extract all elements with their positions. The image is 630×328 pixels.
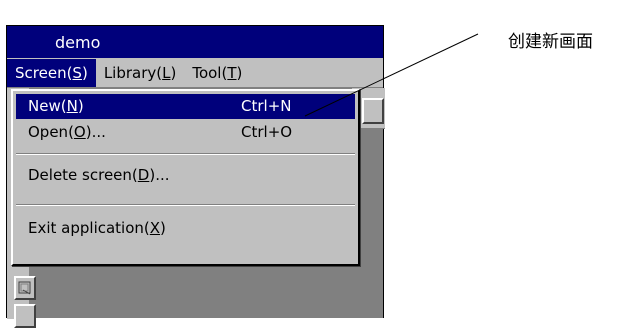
annotation-label: 创建新画面 — [508, 32, 593, 52]
